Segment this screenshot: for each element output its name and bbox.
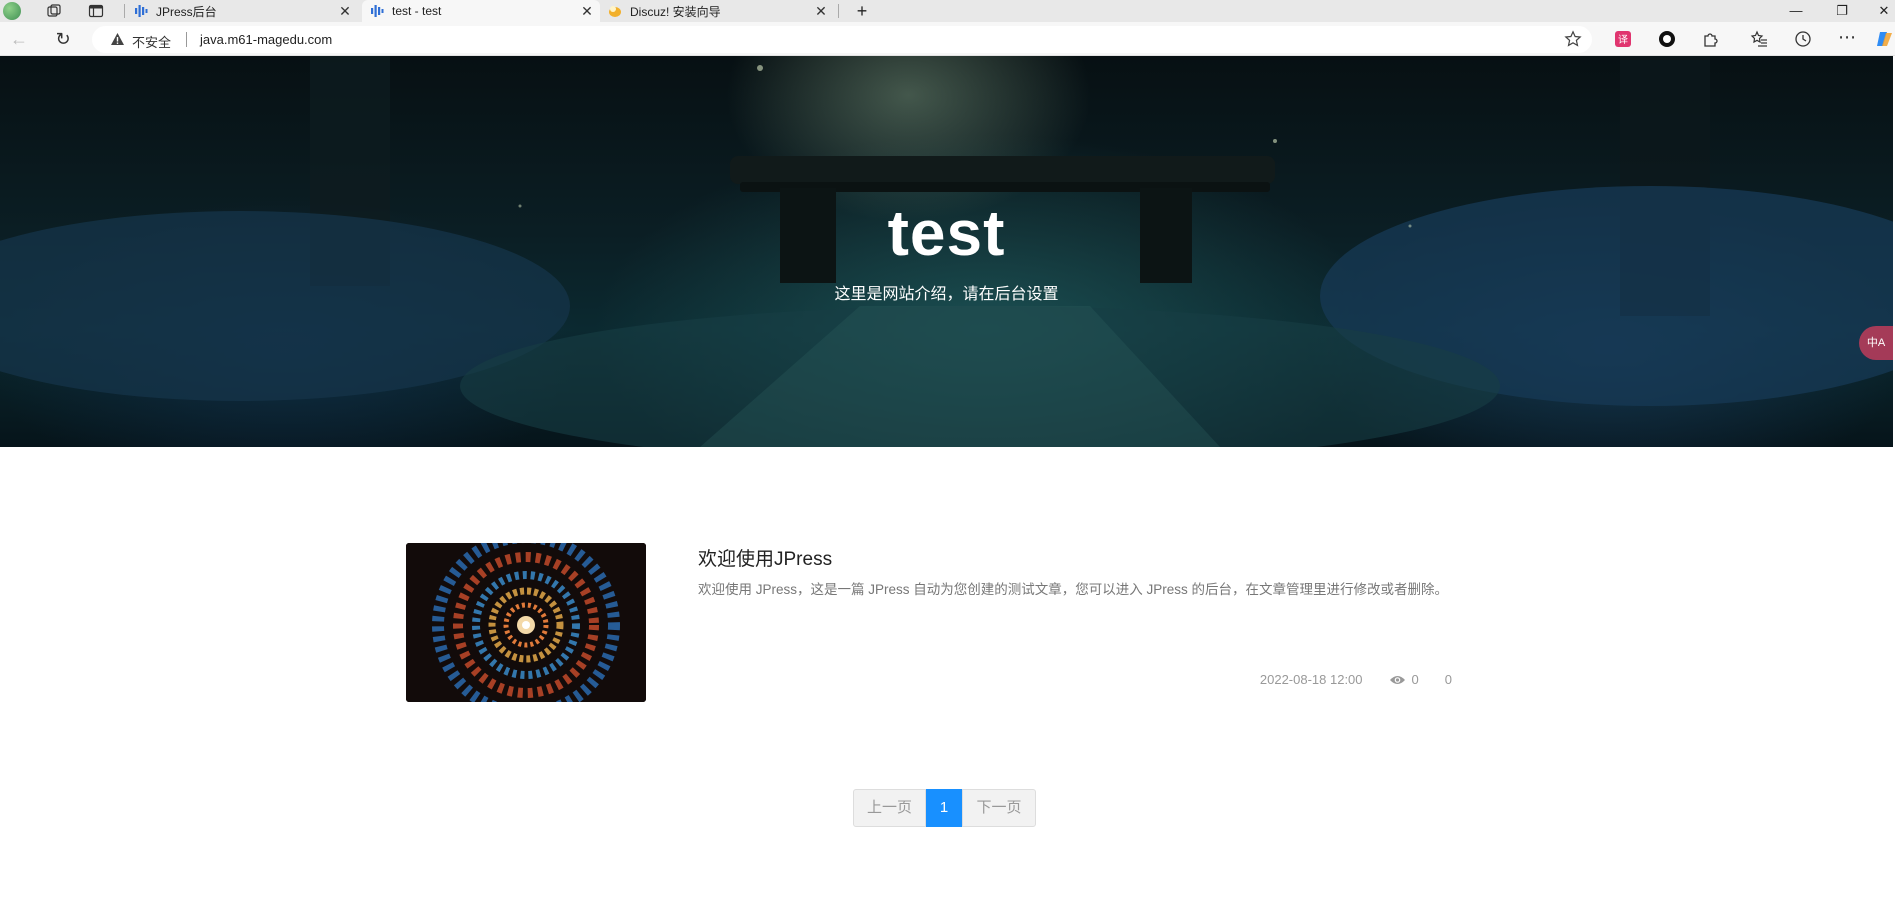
close-tab-icon[interactable]: ✕ [580,4,594,18]
restore-icon[interactable]: ❐ [1832,1,1852,21]
tab-actions-icon[interactable] [88,3,104,19]
favorite-star-icon[interactable] [1564,30,1582,48]
copilot-icon[interactable] [1876,30,1894,48]
tab-title: JPress后台 [156,4,217,19]
prev-page-button[interactable]: 上一页 [853,789,926,827]
next-page-button[interactable]: 下一页 [962,789,1036,827]
profile-icon[interactable] [3,2,21,20]
jpress-favicon-icon [371,5,384,17]
close-tab-icon[interactable]: ✕ [338,4,352,18]
article-item: 欢迎使用JPress 欢迎使用 JPress，这是一篇 JPress 自动为您创… [406,543,1452,702]
tab-test[interactable]: test - test ✕ [362,0,600,22]
new-tab-icon[interactable]: + [852,1,872,21]
translate-float-button[interactable]: 中A [1859,326,1893,360]
browser-tab-strip: JPress后台 ✕ test - test ✕ Discuz! 安装向导 ✕ … [0,0,1895,22]
tab-separator [838,4,839,18]
record-extension-icon[interactable] [1658,30,1676,48]
more-icon[interactable]: ⋯ [1836,26,1858,48]
address-bar[interactable]: 不安全 java.m61-magedu.com [92,26,1592,53]
insecure-label[interactable]: 不安全 [132,32,171,51]
tab-title: Discuz! 安装向导 [630,4,721,19]
article-date: 2022-08-18 12:00 [1259,672,1363,687]
site-title: test [887,197,1006,269]
article-comments: 0 [1444,672,1452,687]
article-meta: 2022-08-18 12:00 0 0 [1260,672,1452,687]
article-title[interactable]: 欢迎使用JPress [698,544,832,571]
jpress-favicon-icon [135,5,148,17]
page-number-button[interactable]: 1 [926,789,962,827]
eye-icon [1389,675,1405,684]
close-window-icon[interactable]: ✕ [1874,1,1894,21]
refresh-icon[interactable]: ↻ [52,28,74,50]
tab-separator [124,4,125,18]
hero-banner: test 这里是网站介绍，请在后台设置 中A [0,56,1893,447]
history-icon[interactable] [1794,30,1812,48]
workspaces-icon[interactable] [46,3,62,19]
browser-toolbar: ← ↻ 不安全 java.m61-magedu.com 译 ⋯ [0,22,1895,56]
minimize-icon[interactable]: — [1786,1,1806,21]
translate-extension-icon[interactable]: 译 [1614,30,1632,48]
svg-text:译: 译 [1618,34,1628,46]
close-tab-icon[interactable]: ✕ [814,4,828,18]
stained-glass-spiral-image [406,543,646,702]
collections-icon[interactable] [1750,30,1768,48]
tab-jpress-admin[interactable]: JPress后台 ✕ [126,0,358,22]
back-icon[interactable]: ← [8,28,30,50]
site-description: 这里是网站介绍，请在后台设置 [834,286,1059,303]
extension-icon[interactable] [1702,30,1720,48]
discuz-favicon-icon [609,6,621,17]
article-views: 0 [1411,672,1419,687]
article-excerpt: 欢迎使用 JPress，这是一篇 JPress 自动为您创建的测试文章，您可以进… [698,582,1449,597]
pagination: 上一页 1 下一页 [853,789,1036,827]
tab-title: test - test [392,4,442,18]
omnibox-separator [186,32,187,47]
tab-discuz-install[interactable]: Discuz! 安装向导 ✕ [600,0,834,22]
article-thumbnail[interactable] [406,543,646,702]
url-text[interactable]: java.m61-magedu.com [200,32,332,47]
warning-icon[interactable] [110,32,125,46]
